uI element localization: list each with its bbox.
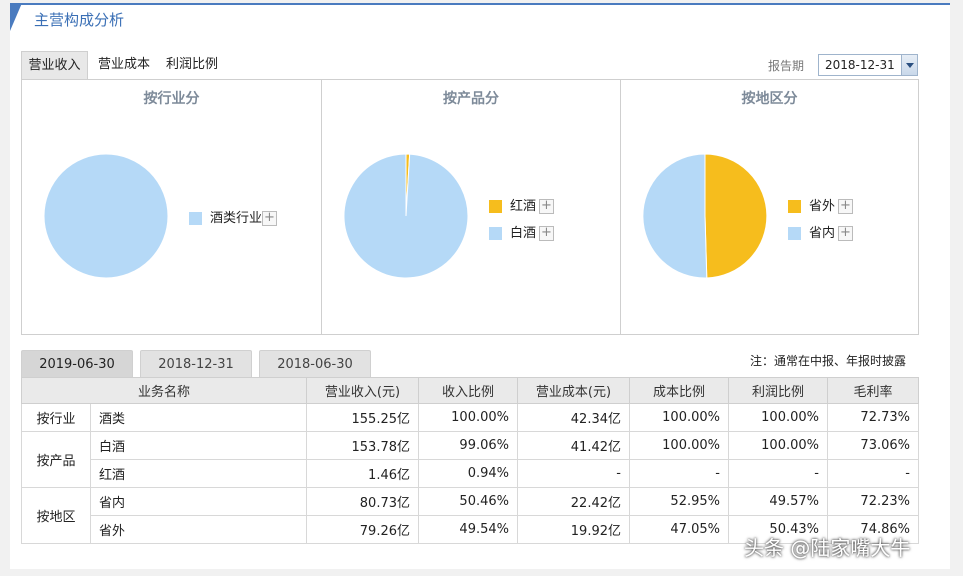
chart-by-industry: 按行业分 酒类行业 + <box>22 80 321 334</box>
expand-plus-icon[interactable]: + <box>539 226 554 241</box>
cell-revenue: 80.73亿 <box>306 487 419 516</box>
cell-name: 酒类 <box>90 403 307 432</box>
table-row: 按地区 省内 80.73亿 50.46% 22.42亿 52.95% 49.57… <box>21 487 919 544</box>
cell-gross-margin: - <box>827 459 919 488</box>
chart-by-region: 按地区分 省外 + 省内 + <box>620 80 918 334</box>
cell-revenue-ratio: 99.06% <box>418 431 518 460</box>
pie-chart-region <box>642 153 768 279</box>
pie-charts-area: 按行业分 酒类行业 + 按产品分 红酒 + 白酒 + 按地区分 省外 + 省内 … <box>21 79 919 335</box>
cell-revenue: 153.78亿 <box>306 431 419 460</box>
cell-name: 红酒 <box>90 459 307 488</box>
watermark: 头条 @陆家嘴大牛 <box>744 536 911 560</box>
cell-gross-margin: 72.23% <box>827 487 919 516</box>
period-value: 2018-12-31 <box>825 58 895 72</box>
pie-slice[interactable] <box>343 153 469 279</box>
cell-cost-ratio: 100.00% <box>629 431 729 460</box>
legend-swatch <box>788 227 801 240</box>
pie-chart-industry <box>43 153 169 279</box>
date-tab[interactable]: 2018-12-31 <box>140 350 252 377</box>
cell-profit-ratio: 49.57% <box>728 487 828 516</box>
col-header: 营业成本(元) <box>517 377 630 404</box>
cell-cost: 41.42亿 <box>517 431 630 460</box>
period-label: 报告期 <box>768 59 805 73</box>
cell-gross-margin: 72.73% <box>827 403 919 432</box>
header-rule <box>10 3 950 5</box>
cell-name: 省外 <box>90 515 307 544</box>
col-header: 利润比例 <box>728 377 828 404</box>
cell-revenue-ratio: 0.94% <box>418 459 518 488</box>
cell-cost: - <box>517 459 630 488</box>
tab-profit-ratio[interactable]: 利润比例 <box>161 51 223 79</box>
date-tab[interactable]: 2018-06-30 <box>259 350 371 377</box>
legend-swatch <box>489 200 502 213</box>
legend-label: 白酒 <box>510 226 537 241</box>
col-header: 成本比例 <box>629 377 729 404</box>
cell-revenue-ratio: 50.46% <box>418 487 518 516</box>
panel-title: 主营构成分析 <box>34 11 125 29</box>
business-composition-table: 业务名称 营业收入(元) 收入比例 营业成本(元) 成本比例 利润比例 毛利率 … <box>21 377 919 544</box>
cell-cost: 19.92亿 <box>517 515 630 544</box>
legend-swatch <box>788 200 801 213</box>
cell-cost-ratio: - <box>629 459 729 488</box>
cell-profit-ratio: - <box>728 459 828 488</box>
legend-label: 酒类行业 <box>210 211 263 226</box>
group-label: 按行业 <box>21 403 91 432</box>
cell-profit-ratio: 100.00% <box>728 403 828 432</box>
table-row: 红酒 1.46亿 0.94% - - - - <box>22 459 919 488</box>
cell-gross-margin: 73.06% <box>827 431 919 460</box>
group-label: 按产品 <box>21 431 91 488</box>
cell-revenue-ratio: 100.00% <box>418 403 518 432</box>
table-row: 按产品 白酒 153.78亿 99.06% 41.42亿 100.00% 100… <box>21 431 919 488</box>
expand-plus-icon[interactable]: + <box>838 226 853 241</box>
col-header: 营业收入(元) <box>306 377 419 404</box>
col-header: 毛利率 <box>827 377 919 404</box>
cell-cost: 42.34亿 <box>517 403 630 432</box>
expand-plus-icon[interactable]: + <box>838 199 853 214</box>
cell-name: 白酒 <box>90 431 307 460</box>
table-header-row: 业务名称 营业收入(元) 收入比例 营业成本(元) 成本比例 利润比例 毛利率 <box>21 377 919 404</box>
legend-item: 省外 + <box>788 199 868 215</box>
period-select[interactable]: 2018-12-31 <box>818 54 918 76</box>
cell-cost-ratio: 52.95% <box>629 487 729 516</box>
tab-cost[interactable]: 营业成本 <box>93 51 155 79</box>
legend-item: 省内 + <box>788 226 868 242</box>
col-header: 收入比例 <box>418 377 518 404</box>
cell-revenue: 79.26亿 <box>306 515 419 544</box>
legend-item: 红酒 + <box>489 199 569 215</box>
legend-swatch <box>189 212 202 225</box>
disclosure-note: 注：通常在中报、年报时披露 <box>750 354 907 368</box>
pie-slice[interactable] <box>43 153 169 279</box>
pie-chart-product <box>343 153 469 279</box>
legend-label: 省外 <box>809 199 836 214</box>
header-corner-marker <box>10 3 22 31</box>
cell-revenue-ratio: 49.54% <box>418 515 518 544</box>
legend-swatch <box>489 227 502 240</box>
pie-slice[interactable] <box>642 153 708 279</box>
legend-item: 酒类行业 + <box>189 211 289 227</box>
expand-plus-icon[interactable]: + <box>539 199 554 214</box>
date-tab[interactable]: 2019-06-30 <box>21 350 133 377</box>
legend-item: 白酒 + <box>489 226 569 242</box>
tab-revenue[interactable]: 营业收入 <box>21 51 88 79</box>
panel-header: 主营构成分析 <box>10 3 950 33</box>
legend-label: 红酒 <box>510 199 537 214</box>
expand-plus-icon[interactable]: + <box>262 211 277 226</box>
cell-revenue: 155.25亿 <box>306 403 419 432</box>
legend-label: 省内 <box>809 226 836 241</box>
pie-slice[interactable] <box>704 153 768 279</box>
chevron-down-icon[interactable] <box>901 55 917 75</box>
cell-cost-ratio: 100.00% <box>629 403 729 432</box>
cell-cost: 22.42亿 <box>517 487 630 516</box>
col-header: 业务名称 <box>21 377 307 404</box>
table-row: 按行业 酒类 155.25亿 100.00% 42.34亿 100.00% 10… <box>21 403 919 432</box>
cell-revenue: 1.46亿 <box>306 459 419 488</box>
cell-name: 省内 <box>90 487 307 516</box>
cell-profit-ratio: 100.00% <box>728 431 828 460</box>
chart-by-product: 按产品分 红酒 + 白酒 + <box>321 80 620 334</box>
group-label: 按地区 <box>21 487 91 544</box>
cell-cost-ratio: 47.05% <box>629 515 729 544</box>
